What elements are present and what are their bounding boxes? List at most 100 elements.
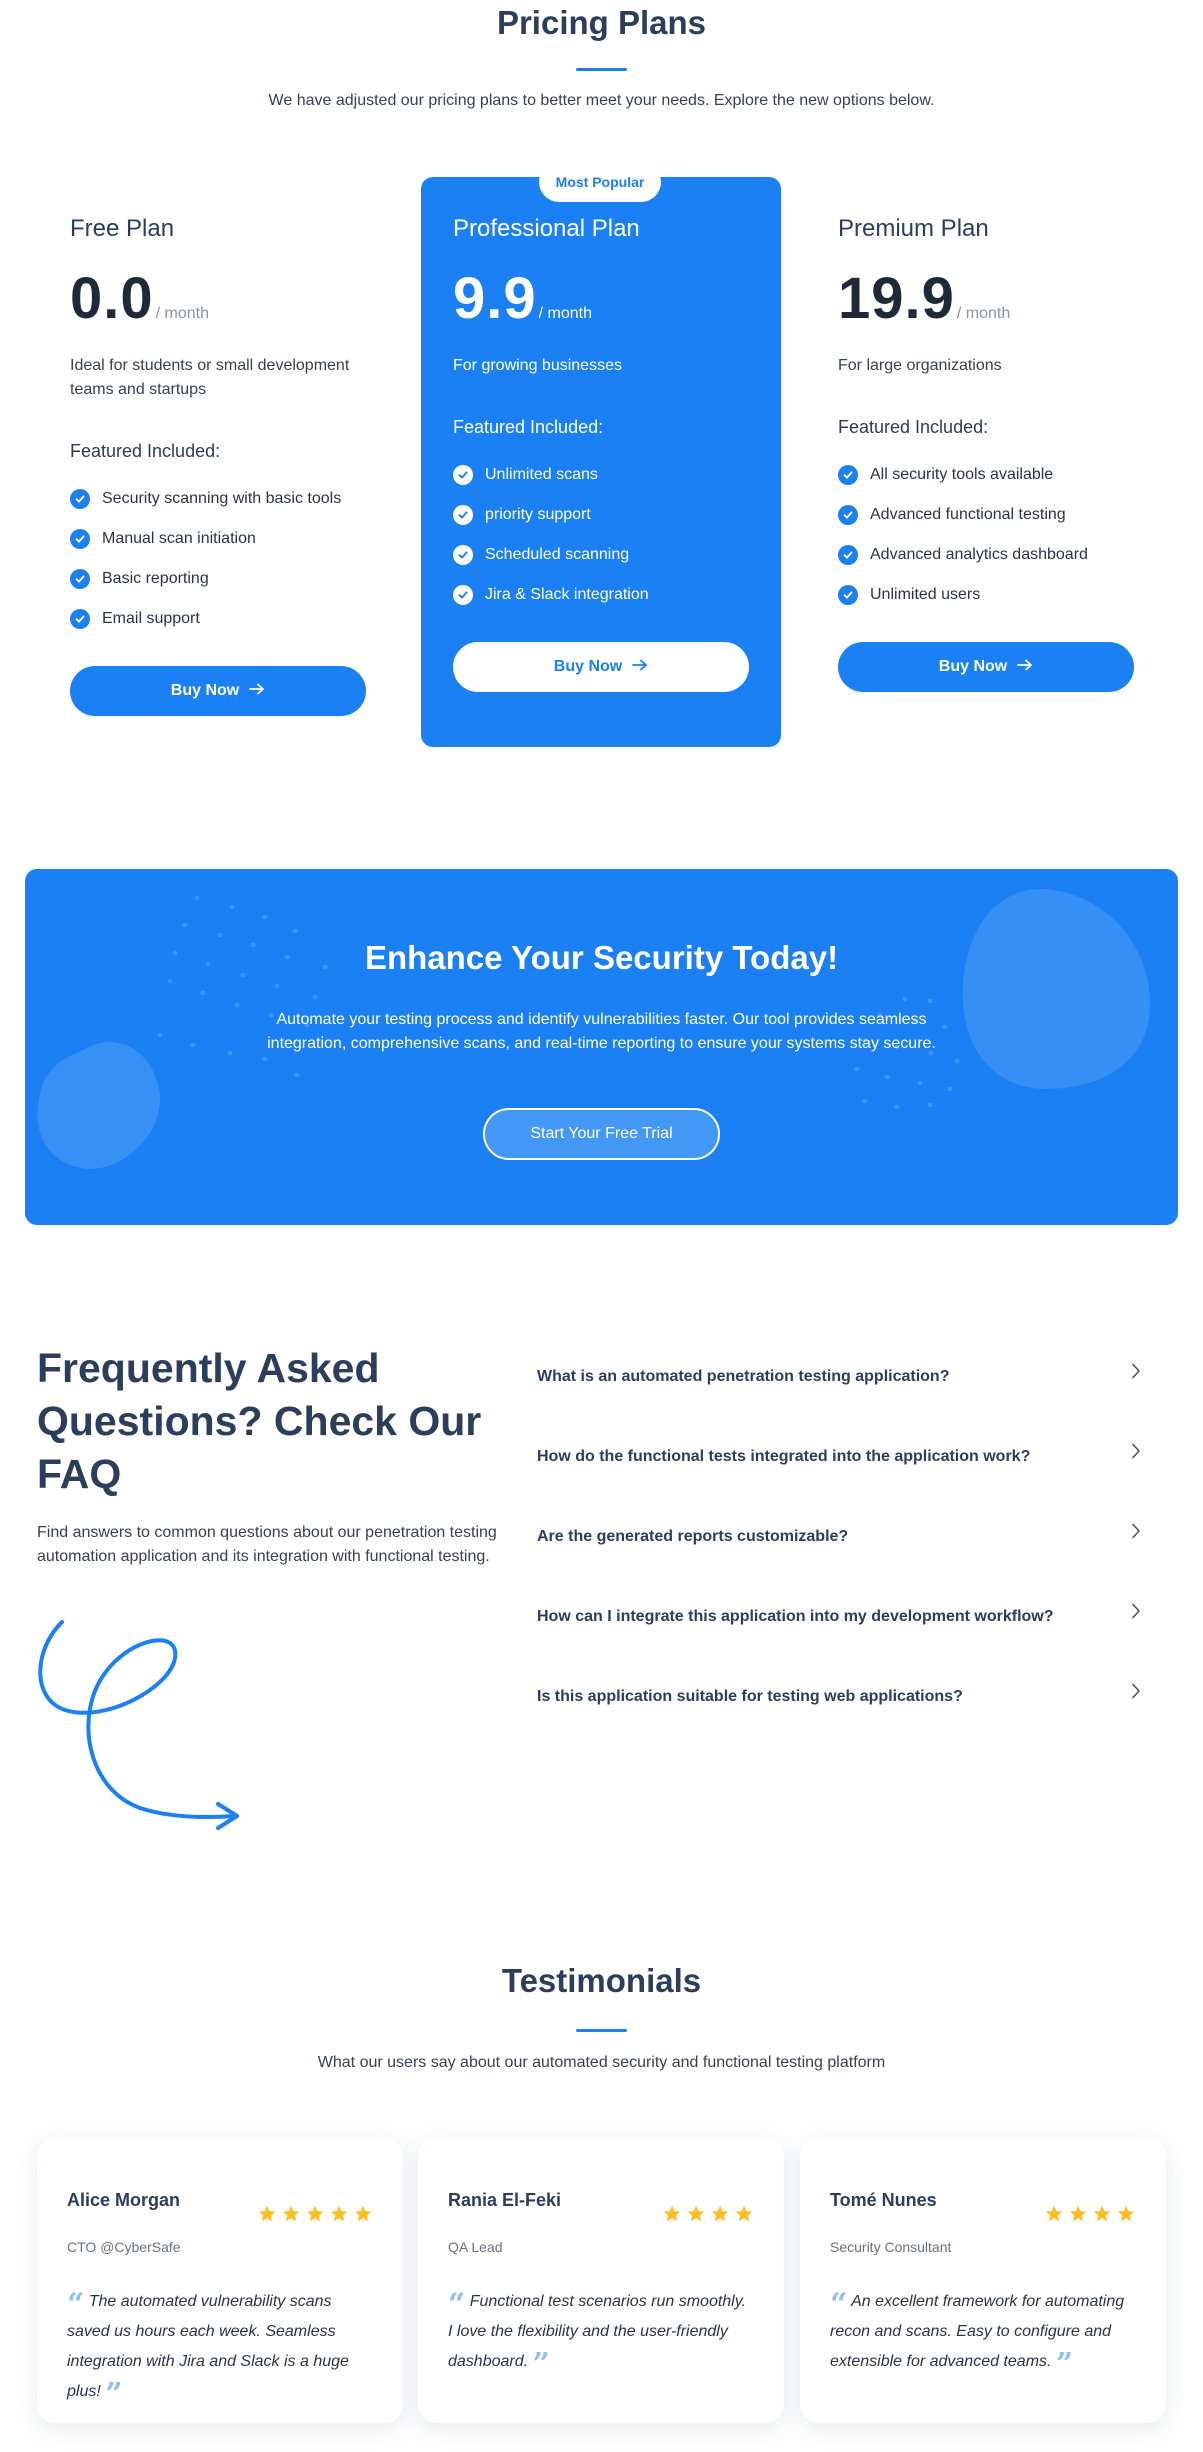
plan-features-title: Featured Included: [838, 417, 989, 437]
check-circle-icon [838, 585, 858, 605]
star-icon [329, 2204, 349, 2229]
testimonial-role: CTO @CyberSafe [67, 2239, 181, 2255]
feature-item: Advanced functional testing [838, 495, 1158, 535]
check-circle-icon [453, 545, 473, 565]
plan-description: For large organizations [838, 357, 1002, 374]
faq-question: What is an automated penetration testing… [537, 1368, 950, 1385]
chevron-right-icon [1131, 1683, 1141, 1704]
arrow-right-icon [249, 682, 265, 700]
plan-name: Premium Plan [838, 215, 989, 242]
star-rating [257, 2204, 373, 2229]
feature-item: Advanced analytics dashboard [838, 535, 1158, 575]
feature-item: Manual scan initiation [70, 519, 390, 559]
plan-description: Ideal for students or small development … [70, 357, 350, 398]
check-circle-icon [70, 489, 90, 509]
feature-item: Unlimited users [838, 575, 1158, 615]
chevron-right-icon [1131, 1603, 1141, 1624]
faq-item[interactable]: How do the functional tests integrated i… [537, 1417, 1147, 1497]
buy-now-label: Buy Now [938, 658, 1008, 675]
faq-item[interactable]: Are the generated reports customizable? [537, 1497, 1147, 1577]
plan-price-unit: / month [155, 305, 209, 322]
arrow-right-icon [632, 658, 648, 676]
check-circle-icon [453, 585, 473, 605]
chevron-right-icon [1131, 1523, 1141, 1544]
star-rating [1044, 2204, 1136, 2229]
chevron-right-icon [1131, 1443, 1141, 1464]
testimonial-quote: “ Functional test scenarios run smoothly… [448, 2287, 746, 2382]
testimonial-quote: “ An excellent framework for automating … [830, 2287, 1125, 2382]
star-icon [1116, 2204, 1136, 2229]
star-rating [662, 2204, 754, 2229]
plan-price: 0.0/ month [70, 265, 209, 332]
start-free-trial-button[interactable]: Start Your Free Trial [483, 1108, 720, 1160]
check-circle-icon [70, 529, 90, 549]
testimonial-card: Rania El-Feki QA Lead “ Functional test … [418, 2138, 784, 2423]
feature-item: Scheduled scanning [453, 535, 773, 575]
star-icon [1044, 2204, 1064, 2229]
faq-subtitle: Find answers to common questions about o… [37, 1524, 497, 1565]
buy-now-label: Buy Now [170, 682, 240, 699]
feature-item: Jira & Slack integration [453, 575, 773, 615]
plan-card-free: Free Plan 0.0/ month Ideal for students … [54, 177, 414, 747]
pricing-title-underline [576, 68, 627, 71]
testimonial-name: Rania El-Feki [448, 2190, 562, 2210]
star-icon [257, 2204, 277, 2229]
feature-item: Unlimited scans [453, 455, 773, 495]
faq-item[interactable]: How can I integrate this application int… [537, 1577, 1147, 1657]
plan-features-list: Unlimited scans priority support Schedul… [453, 455, 773, 615]
testimonial-name: Tomé Nunes [830, 2190, 937, 2210]
arrow-right-icon [1017, 658, 1033, 676]
faq-title: Frequently Asked Questions? Check Our FA… [37, 1345, 482, 1497]
chevron-right-icon [1131, 1363, 1141, 1384]
testimonial-card: Alice Morgan CTO @CyberSafe “ The automa… [37, 2138, 403, 2423]
check-circle-icon [838, 465, 858, 485]
plan-features-title: Featured Included: [453, 417, 604, 437]
faq-list: What is an automated penetration testing… [537, 1337, 1147, 1737]
faq-item[interactable]: Is this application suitable for testing… [537, 1657, 1147, 1737]
buy-now-button-professional[interactable]: Buy Now [453, 642, 749, 692]
pricing-title: Pricing Plans [496, 4, 707, 41]
plan-price-unit: / month [538, 305, 592, 322]
buy-now-button-free[interactable]: Buy Now [70, 666, 366, 716]
plan-price: 19.9/ month [838, 265, 1010, 332]
plan-features-list: Security scanning with basic tools Manua… [70, 479, 390, 639]
plan-name: Professional Plan [453, 215, 640, 242]
star-icon [281, 2204, 301, 2229]
faq-item[interactable]: What is an automated penetration testing… [537, 1337, 1147, 1417]
most-popular-badge: Most Popular [539, 162, 661, 202]
plan-price-unit: / month [956, 305, 1011, 322]
testimonials-title-underline [576, 2029, 627, 2032]
open-quote-icon: “ [67, 2287, 85, 2322]
check-circle-icon [70, 569, 90, 589]
cta-text: Automate your testing process and identi… [267, 1011, 936, 1052]
check-circle-icon [453, 465, 473, 485]
buy-now-button-premium[interactable]: Buy Now [838, 642, 1134, 692]
check-circle-icon [453, 505, 473, 525]
testimonial-role: Security Consultant [830, 2239, 952, 2255]
star-icon [734, 2204, 754, 2229]
plan-features-title: Featured Included: [70, 441, 221, 461]
open-quote-icon: “ [830, 2287, 848, 2322]
plan-price: 9.9/ month [453, 265, 592, 332]
testimonials-title: Testimonials [501, 1962, 702, 1999]
curly-arrow-icon [38, 1620, 239, 1830]
star-icon [353, 2204, 373, 2229]
buy-now-label: Buy Now [553, 658, 623, 675]
star-icon [305, 2204, 325, 2229]
close-quote-icon: ” [105, 2377, 123, 2412]
feature-item: Basic reporting [70, 559, 390, 599]
plan-features-list: All security tools available Advanced fu… [838, 455, 1158, 615]
star-icon [710, 2204, 730, 2229]
plan-name: Free Plan [70, 215, 175, 242]
testimonials-subtitle: What our users say about our automated s… [317, 2054, 886, 2071]
open-quote-icon: “ [448, 2287, 466, 2322]
plan-card-professional: Most Popular Professional Plan 9.9/ mont… [421, 162, 781, 747]
feature-item: Security scanning with basic tools [70, 479, 390, 519]
plan-price-value: 9.9 [453, 266, 537, 331]
close-quote-icon: ” [532, 2347, 550, 2382]
check-circle-icon [70, 609, 90, 629]
faq-question: Are the generated reports customizable? [537, 1528, 849, 1545]
feature-item: priority support [453, 495, 773, 535]
faq-question: Is this application suitable for testing… [537, 1688, 963, 1705]
testimonial-card: Tomé Nunes Security Consultant “ An exce… [800, 2138, 1166, 2423]
